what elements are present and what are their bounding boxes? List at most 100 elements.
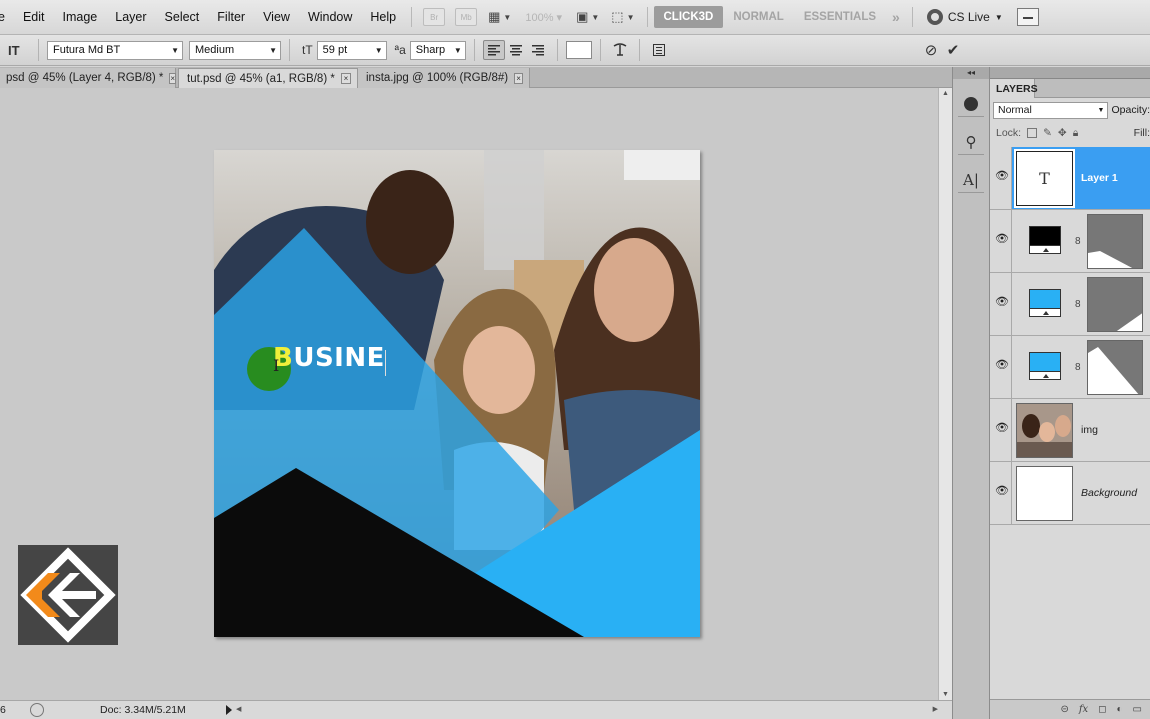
close-icon[interactable]: × xyxy=(340,73,351,84)
workspace-essentials[interactable]: ESSENTIALS xyxy=(794,6,886,28)
arrange-icon: ▣ xyxy=(576,9,589,24)
link-chain-icon: 8 xyxy=(1075,236,1081,247)
type-tool-icon[interactable]: IT xyxy=(8,43,30,58)
layer-row[interactable]: 👁︎ img xyxy=(990,399,1150,462)
blend-mode-select[interactable]: Normal ▼ xyxy=(993,101,1109,119)
menu-select[interactable]: Select xyxy=(156,10,209,24)
lock-row: Lock: ✎ ✥ 🔒︎ Fill: xyxy=(996,125,1150,141)
screen-mode-dropdown[interactable]: ⬚ ▼ xyxy=(611,9,634,25)
menu-bar: e Edit Image Layer Select Filter View Wi… xyxy=(0,0,1150,35)
scroll-left-icon[interactable]: ◀ xyxy=(236,705,241,713)
clone-source-panel-button[interactable]: ⚲ xyxy=(958,129,984,155)
visibility-column: 👁︎ xyxy=(990,210,1012,272)
lock-position-icon[interactable]: ✥ xyxy=(1058,127,1067,139)
antialias-select[interactable]: Sharp ▼ xyxy=(409,40,466,60)
font-family-select[interactable]: Futura Md BT ▼ xyxy=(47,40,183,60)
menu-layer[interactable]: Layer xyxy=(106,10,155,24)
lock-all-icon[interactable]: 🔒︎ xyxy=(1073,127,1079,140)
align-left-button[interactable] xyxy=(482,40,505,60)
link-layers-icon[interactable]: ⊝ xyxy=(1060,704,1068,715)
add-mask-icon[interactable]: ◻ xyxy=(1098,704,1106,715)
menu-separator xyxy=(646,7,648,27)
layers-tab[interactable]: LAYERS xyxy=(990,79,1038,98)
character-panel-button[interactable] xyxy=(648,40,670,60)
align-right-button[interactable] xyxy=(527,40,549,60)
lock-label: Lock: xyxy=(996,127,1022,139)
scroll-up-icon[interactable]: ▲ xyxy=(942,90,949,97)
menu-edit[interactable]: Edit xyxy=(14,10,54,24)
lock-transparency-icon[interactable] xyxy=(1027,128,1038,138)
close-icon[interactable]: × xyxy=(514,72,523,84)
new-layer-icon[interactable]: ▭ xyxy=(1133,704,1142,715)
eye-icon[interactable]: 👁︎ xyxy=(995,171,1009,182)
status-menu-arrow-icon[interactable] xyxy=(226,705,232,715)
font-style-select[interactable]: Medium ▼ xyxy=(189,40,281,60)
text-caret xyxy=(385,350,386,376)
align-center-button[interactable] xyxy=(505,40,527,60)
menu-window[interactable]: Window xyxy=(299,10,361,24)
extras-dropdown[interactable]: ▦ ▼ xyxy=(488,9,511,25)
layer-name[interactable]: Background xyxy=(1081,487,1137,499)
eye-icon[interactable]: 👁︎ xyxy=(995,486,1009,497)
character-panel-toggle[interactable]: A| xyxy=(958,167,984,193)
opacity-label: Opacity: xyxy=(1111,104,1150,116)
workspace-normal[interactable]: NORMAL xyxy=(723,6,793,28)
workspace-click3d[interactable]: CLICK3D xyxy=(653,6,724,28)
zoom-level-dropdown[interactable]: 100% ▾ xyxy=(525,11,562,24)
warp-text-icon xyxy=(613,43,627,56)
canvas-text-layer[interactable]: BUSINE xyxy=(273,343,385,373)
document-canvas[interactable]: BUSINE I xyxy=(214,150,700,637)
antialias-value: Sharp xyxy=(415,44,446,56)
layer-name[interactable]: Layer 1 xyxy=(1081,172,1118,184)
text-color-swatch[interactable] xyxy=(565,41,592,59)
menu-image[interactable]: Image xyxy=(54,10,107,24)
options-separator xyxy=(599,39,601,61)
vertical-scrollbar[interactable]: ▲ ▼ xyxy=(938,88,952,700)
bridge-button[interactable]: Br xyxy=(423,8,446,26)
minimize-button[interactable] xyxy=(1016,8,1039,26)
character-icon: A| xyxy=(963,170,979,189)
new-adjustment-icon[interactable]: ◐ xyxy=(1117,704,1123,715)
layer-style-icon[interactable]: fx xyxy=(1079,704,1088,715)
layer-row[interactable]: 👁︎ 8 xyxy=(990,210,1150,273)
close-icon[interactable]: × xyxy=(169,72,177,84)
font-size-select[interactable]: 59 pt ▼ xyxy=(316,40,387,60)
photo-thumbnail xyxy=(1017,404,1072,457)
document-tab-active[interactable]: tut.psd @ 45% (a1, RGB/8) * × xyxy=(178,68,358,88)
document-tab[interactable]: psd @ 45% (Layer 4, RGB/8) * × xyxy=(0,68,177,88)
layer-row-selected[interactable]: 👁︎ T Layer 1 xyxy=(990,147,1150,210)
horizontal-scrollbar[interactable]: ◀ ▶ xyxy=(236,705,938,715)
layer-row[interactable]: 👁︎ Background xyxy=(990,462,1150,525)
status-info-icon[interactable] xyxy=(30,703,44,717)
cs-live-dropdown[interactable]: CS Live ▼ xyxy=(926,9,1003,25)
arrange-documents-dropdown[interactable]: ▣ ▼ xyxy=(576,9,599,25)
grid-icon: ▦ xyxy=(488,9,501,24)
scroll-right-icon[interactable]: ▶ xyxy=(933,705,938,713)
canvas-workspace[interactable]: BUSINE I xyxy=(0,88,938,700)
menu-view[interactable]: View xyxy=(254,10,299,24)
lock-image-icon[interactable]: ✎ xyxy=(1043,127,1052,139)
eye-icon[interactable]: 👁︎ xyxy=(995,297,1009,308)
menu-help[interactable]: Help xyxy=(361,10,405,24)
document-tab[interactable]: insta.jpg @ 100% (RGB/8#) × xyxy=(358,68,530,88)
eye-icon[interactable]: 👁︎ xyxy=(995,360,1009,371)
chevron-down-icon: ▼ xyxy=(269,45,277,55)
collapse-panels-icon[interactable]: ◂◂ xyxy=(953,67,989,79)
more-workspaces-button[interactable]: » xyxy=(892,9,900,25)
eye-icon[interactable]: 👁︎ xyxy=(995,423,1009,434)
menu-file[interactable]: e xyxy=(0,10,14,24)
adjustments-panel-button[interactable] xyxy=(958,91,984,117)
scroll-down-icon[interactable]: ▼ xyxy=(942,691,949,698)
menu-filter[interactable]: Filter xyxy=(208,10,254,24)
commit-edits-button[interactable]: ✔ xyxy=(942,40,964,60)
options-separator xyxy=(473,39,475,61)
mini-bridge-button[interactable]: Mb xyxy=(455,8,478,26)
panel-grip[interactable] xyxy=(990,67,1150,79)
layer-name[interactable]: img xyxy=(1081,424,1098,436)
layer-row[interactable]: 👁︎ 8 xyxy=(990,273,1150,336)
warp-text-button[interactable] xyxy=(609,40,631,60)
cancel-edits-button[interactable]: ⊘ xyxy=(920,40,942,60)
layer-row[interactable]: 👁︎ 8 xyxy=(990,336,1150,399)
eye-icon[interactable]: 👁︎ xyxy=(995,234,1009,245)
status-zoom[interactable]: 6 xyxy=(0,704,6,716)
